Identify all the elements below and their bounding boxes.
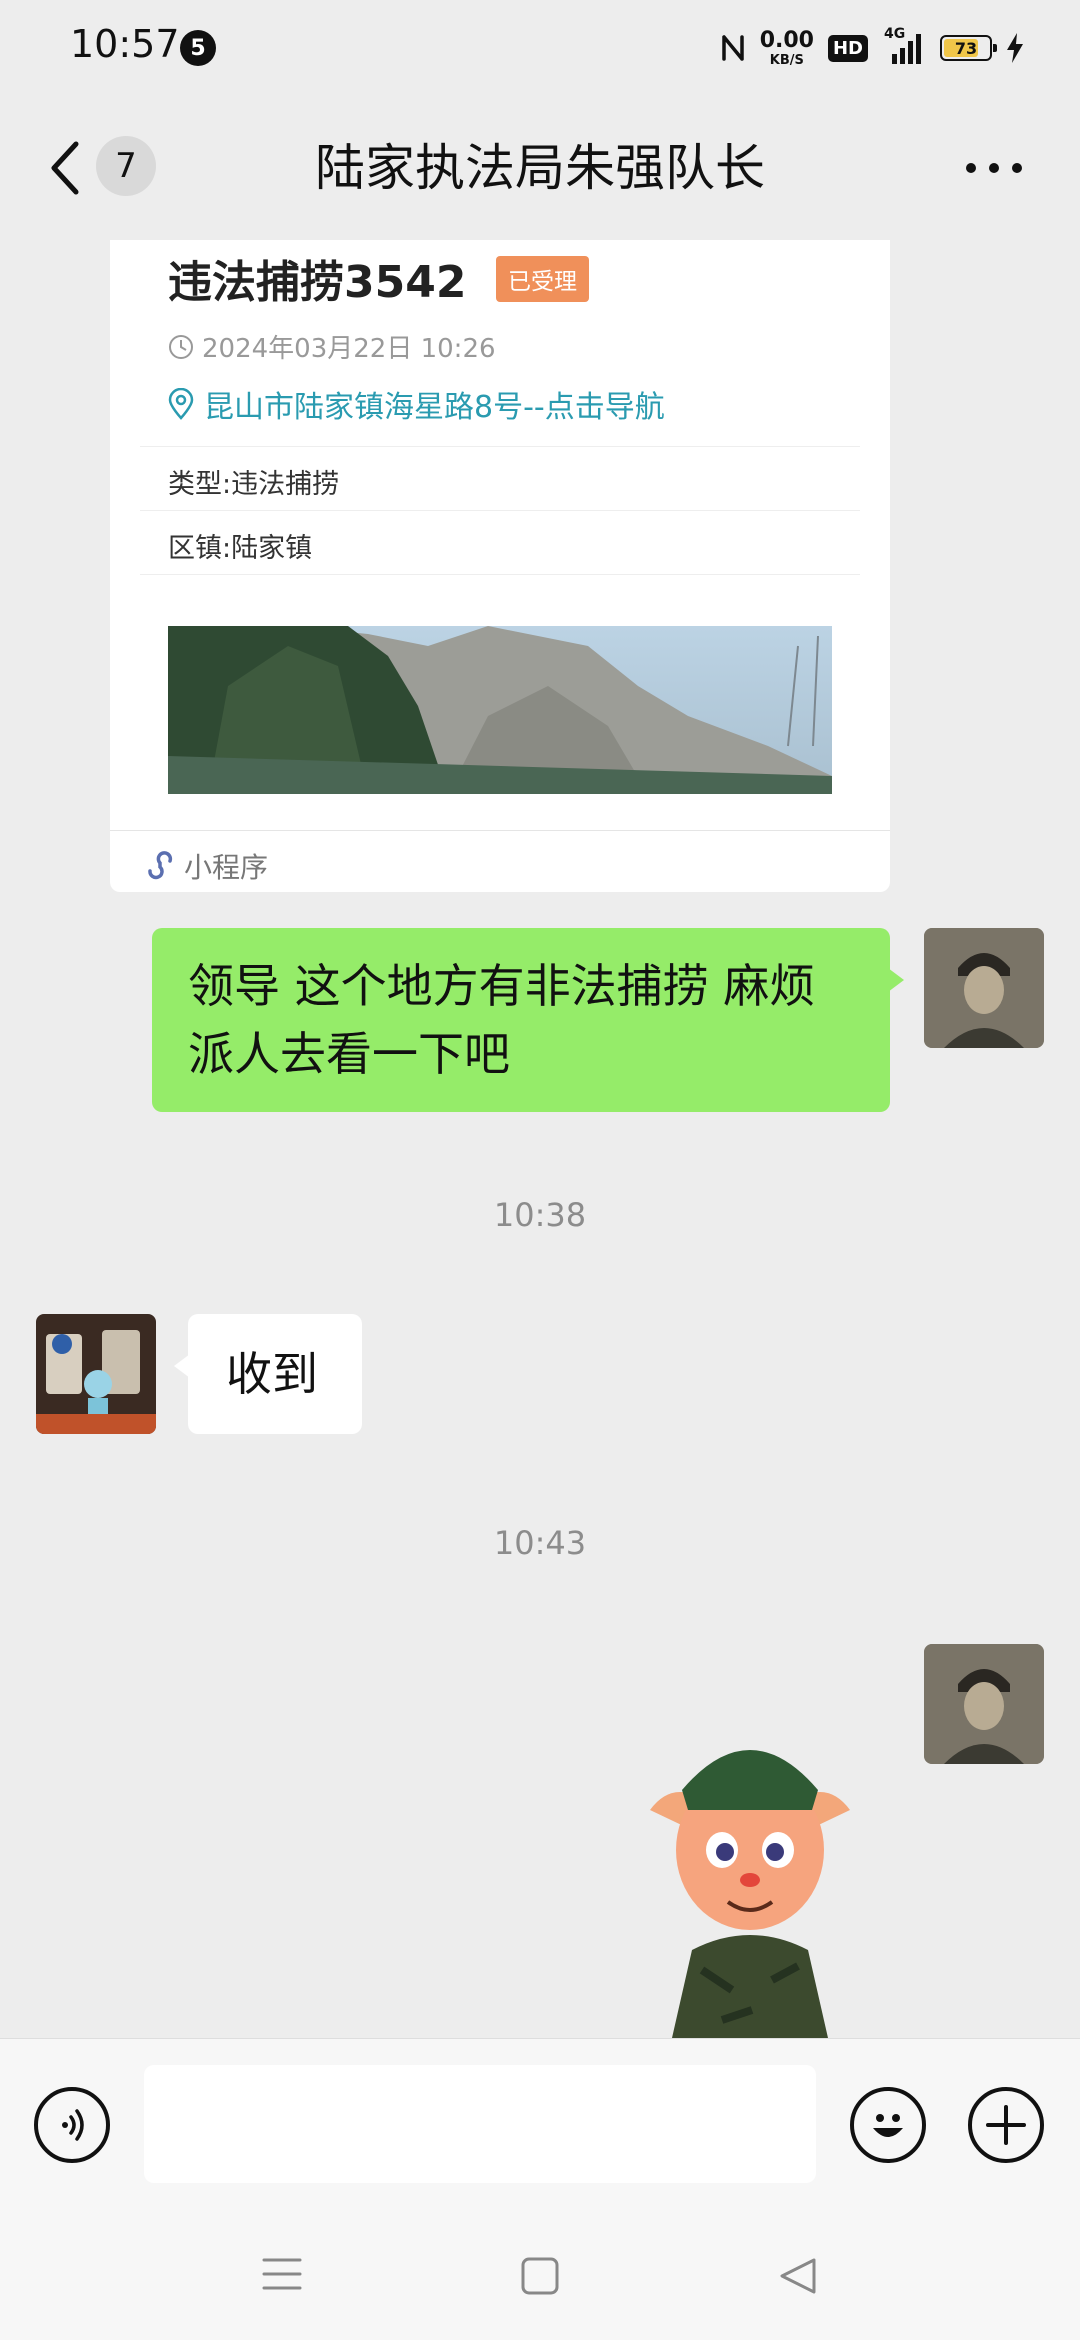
more-dot (1012, 163, 1022, 173)
sticker-message[interactable] (632, 1730, 868, 2038)
battery-level: 73 (954, 38, 978, 58)
card-address-link[interactable]: 昆山市陆家镇海星路8号--点击导航 (204, 382, 665, 426)
card-status-badge: 已受理 (496, 256, 589, 302)
battery-icon: 73 (940, 35, 997, 61)
net-speed: 0.00 KB/S (759, 27, 814, 68)
charging-icon (1007, 33, 1023, 63)
card-photo[interactable] (168, 626, 832, 794)
time-separator: 10:38 (493, 1196, 587, 1234)
card-datetime: 2024年03月22日 10:26 (202, 334, 496, 364)
nfc-icon (721, 35, 744, 61)
card-title: 违法捕捞3542 (168, 257, 467, 308)
more-button[interactable] (966, 144, 1022, 192)
card-time-row: 2024年03月22日 10:26 (168, 328, 496, 365)
net-speed-value: 0.00 (759, 27, 814, 53)
mini-program-card[interactable]: 违法捕捞3542 已受理 2024年03月22日 10:26 昆山市陆家镇海星路… (110, 240, 890, 892)
signal-icon: 4G (882, 26, 926, 64)
back-nav-icon[interactable] (778, 2256, 818, 2296)
more-dot (989, 163, 999, 173)
location-pin-icon (168, 388, 194, 420)
card-footer-divider (110, 830, 890, 831)
message-input[interactable] (144, 2065, 816, 2183)
hd-badge: HD (827, 34, 868, 62)
received-message-bubble[interactable]: 收到 (174, 1314, 362, 1434)
system-nav-bar (0, 2210, 1080, 2340)
chat-area[interactable]: 违法捕捞3542 已受理 2024年03月22日 10:26 昆山市陆家镇海星路… (0, 240, 1080, 2038)
card-type-row: 类型:违法捕捞 (168, 462, 339, 501)
recents-icon[interactable] (262, 2256, 302, 2292)
card-divider (140, 446, 860, 447)
net-speed-unit: KB/S (769, 52, 804, 68)
card-type-value: 违法捕捞 (231, 469, 340, 500)
unread-count-badge[interactable]: 7 (96, 136, 156, 196)
card-type-label: 类型: (168, 469, 232, 500)
input-bar (0, 2038, 1080, 2210)
card-town-label: 区镇: (168, 533, 232, 564)
card-address-row[interactable]: 昆山市陆家镇海星路8号--点击导航 (168, 382, 665, 426)
card-footer: 小程序 (146, 840, 268, 892)
voice-icon (62, 2109, 84, 2141)
my-avatar[interactable] (924, 1644, 1044, 1764)
plus-icon (986, 2105, 1026, 2145)
status-icons: 0.00 KB/S HD 4G 73 (720, 24, 1024, 72)
clock-icon (169, 334, 193, 359)
card-town-value: 陆家镇 (231, 533, 313, 564)
voice-button[interactable] (34, 2087, 110, 2163)
back-button[interactable] (44, 140, 94, 196)
home-icon[interactable] (520, 2256, 560, 2296)
emoji-icon (873, 2114, 903, 2137)
card-town-row: 区镇:陆家镇 (168, 526, 312, 565)
plus-button[interactable] (968, 2087, 1044, 2163)
mini-program-icon (148, 851, 173, 880)
notification-badge: 5 (180, 30, 216, 66)
more-dot (966, 163, 976, 173)
sent-message-bubble[interactable]: 领导 这个地方有非法捕捞 麻烦派人去看一下吧 (152, 928, 904, 1112)
emoji-button[interactable] (850, 2087, 926, 2163)
card-divider (140, 510, 860, 511)
my-avatar[interactable] (924, 928, 1044, 1048)
contact-avatar[interactable] (36, 1314, 156, 1434)
card-divider (140, 574, 860, 575)
card-footer-label: 小程序 (184, 851, 269, 884)
status-time: 10:57 (70, 22, 180, 66)
chat-title: 陆家执法局朱强队长 (315, 139, 765, 197)
time-separator: 10:43 (493, 1524, 587, 1562)
